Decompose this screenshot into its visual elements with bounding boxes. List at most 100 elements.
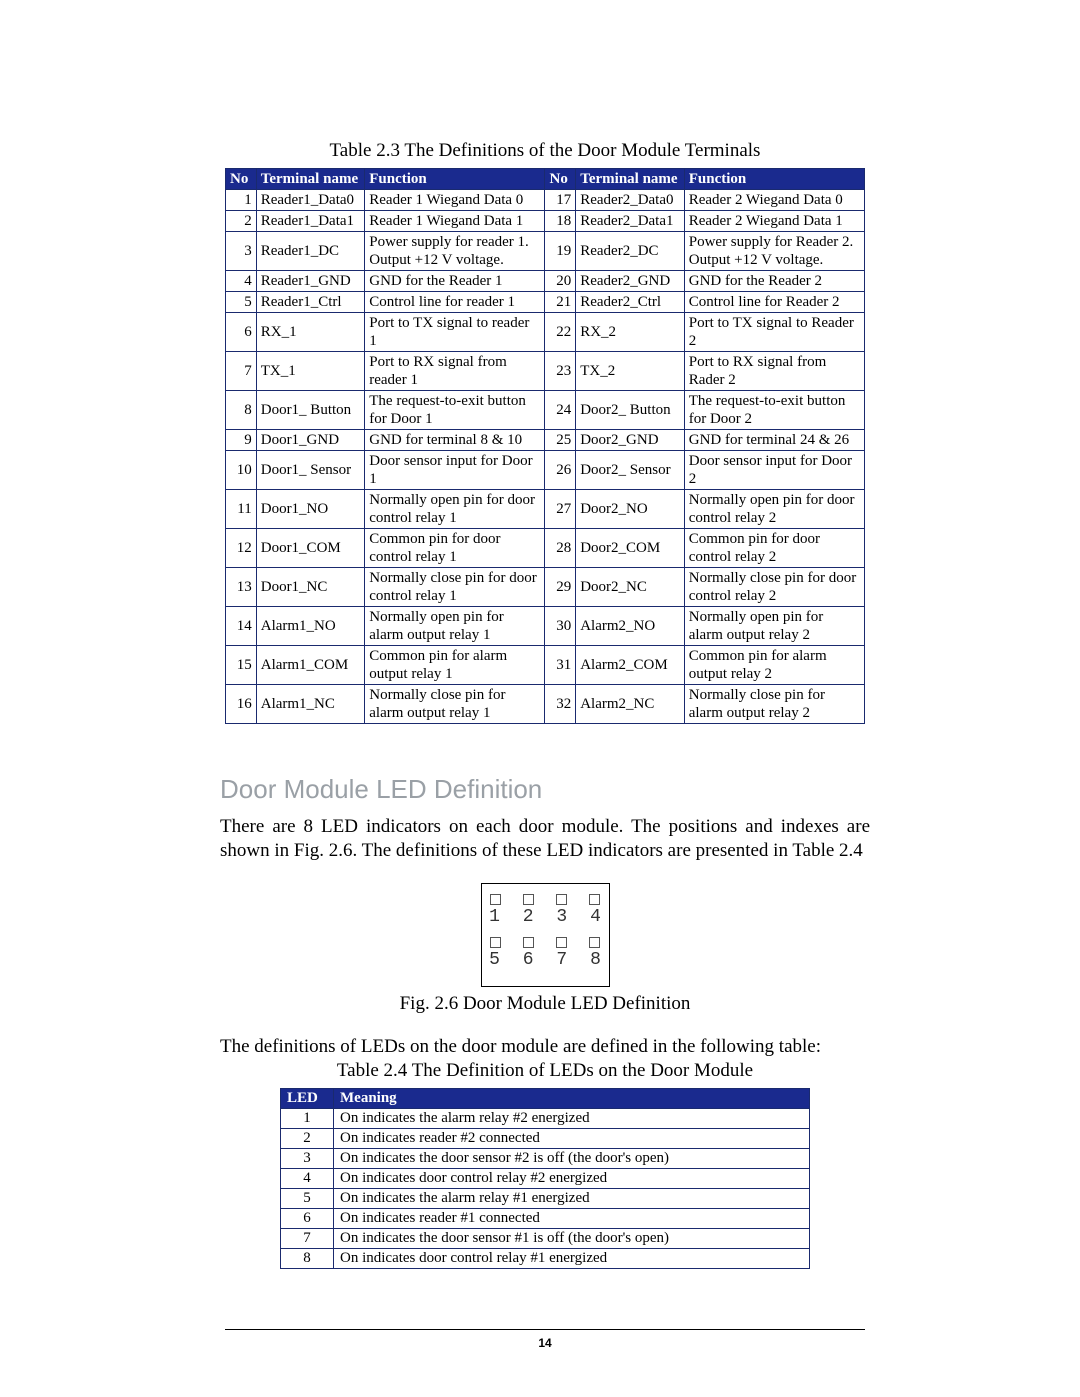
led-icon <box>523 937 534 948</box>
cell-led-no: 7 <box>281 1229 334 1249</box>
cell-function: Power supply for reader 1. Output +12 V … <box>365 232 545 271</box>
cell-led-no: 2 <box>281 1129 334 1149</box>
cell-terminal-name: Alarm2_NO <box>576 607 685 646</box>
cell-function: The request-to-exit button for Door 1 <box>365 391 545 430</box>
cell-no: 24 <box>545 391 576 430</box>
cell-function: Door sensor input for Door 2 <box>684 451 864 490</box>
cell-function: Port to TX signal to reader 1 <box>365 313 545 352</box>
table-row: 1Reader1_Data0Reader 1 Wiegand Data 017R… <box>226 190 865 211</box>
cell-no: 14 <box>226 607 257 646</box>
cell-no: 32 <box>545 685 576 724</box>
cell-function: GND for terminal 8 & 10 <box>365 430 545 451</box>
cell-function: Normally open pin for alarm output relay… <box>684 607 864 646</box>
cell-no: 3 <box>226 232 257 271</box>
cell-no: 23 <box>545 352 576 391</box>
cell-terminal-name: Door2_ Sensor <box>576 451 685 490</box>
table-row: 4Reader1_GNDGND for the Reader 120Reader… <box>226 271 865 292</box>
cell-terminal-name: Reader2_DC <box>576 232 685 271</box>
page-number: 14 <box>220 1336 870 1350</box>
table-row: 7TX_1Port to RX signal from reader 123TX… <box>226 352 865 391</box>
cell-function: GND for terminal 24 & 26 <box>684 430 864 451</box>
cell-terminal-name: Alarm1_NC <box>256 685 365 724</box>
cell-no: 4 <box>226 271 257 292</box>
cell-no: 12 <box>226 529 257 568</box>
cell-no: 11 <box>226 490 257 529</box>
cell-no: 7 <box>226 352 257 391</box>
cell-function: Door sensor input for Door 1 <box>365 451 545 490</box>
cell-meaning: On indicates reader #2 connected <box>334 1129 810 1149</box>
col-no-left: No <box>226 169 257 190</box>
cell-terminal-name: Door2_ Button <box>576 391 685 430</box>
cell-meaning: On indicates the alarm relay #1 energize… <box>334 1189 810 1209</box>
cell-function: Reader 2 Wiegand Data 1 <box>684 211 864 232</box>
cell-function: Port to TX signal to Reader 2 <box>684 313 864 352</box>
cell-function: The request-to-exit button for Door 2 <box>684 391 864 430</box>
cell-function: Control line for reader 1 <box>365 292 545 313</box>
led-num: 1 <box>488 907 502 927</box>
cell-meaning: On indicates door control relay #1 energ… <box>334 1249 810 1269</box>
cell-no: 16 <box>226 685 257 724</box>
led-num: 3 <box>555 907 569 927</box>
cell-function: Normally close pin for alarm output rela… <box>684 685 864 724</box>
cell-led-no: 5 <box>281 1189 334 1209</box>
cell-no: 10 <box>226 451 257 490</box>
cell-no: 17 <box>545 190 576 211</box>
col-no-right: No <box>545 169 576 190</box>
paragraph-1: There are 8 LED indicators on each door … <box>220 815 870 863</box>
led-diagram: 1 2 3 4 5 6 7 8 <box>481 883 610 987</box>
cell-terminal-name: Door1_ Sensor <box>256 451 365 490</box>
cell-function: Reader 1 Wiegand Data 1 <box>365 211 545 232</box>
led-num: 4 <box>588 907 602 927</box>
cell-terminal-name: Reader2_Data0 <box>576 190 685 211</box>
cell-terminal-name: Door2_NO <box>576 490 685 529</box>
led-icon <box>523 894 534 905</box>
table-row: 14Alarm1_NONormally open pin for alarm o… <box>226 607 865 646</box>
cell-function: Common pin for alarm output relay 1 <box>365 646 545 685</box>
cell-no: 26 <box>545 451 576 490</box>
led-row-top-icons <box>488 894 603 905</box>
cell-function: Common pin for door control relay 2 <box>684 529 864 568</box>
table-row: 2Reader1_Data1Reader 1 Wiegand Data 118R… <box>226 211 865 232</box>
cell-no: 9 <box>226 430 257 451</box>
col-name-left: Terminal name <box>256 169 365 190</box>
cell-no: 28 <box>545 529 576 568</box>
cell-function: Common pin for door control relay 1 <box>365 529 545 568</box>
cell-terminal-name: RX_1 <box>256 313 365 352</box>
table-row: 9Door1_GNDGND for terminal 8 & 1025Door2… <box>226 430 865 451</box>
cell-terminal-name: Reader1_Ctrl <box>256 292 365 313</box>
cell-terminal-name: Door1_NO <box>256 490 365 529</box>
table-header-row: LED Meaning <box>281 1089 810 1109</box>
cell-terminal-name: Alarm2_NC <box>576 685 685 724</box>
table-row: 1On indicates the alarm relay #2 energiz… <box>281 1109 810 1129</box>
cell-no: 18 <box>545 211 576 232</box>
cell-function: GND for the Reader 2 <box>684 271 864 292</box>
cell-terminal-name: Alarm2_COM <box>576 646 685 685</box>
footer-rule <box>225 1329 865 1330</box>
cell-terminal-name: Reader1_DC <box>256 232 365 271</box>
cell-function: Common pin for alarm output relay 2 <box>684 646 864 685</box>
led-num: 6 <box>521 950 535 970</box>
cell-terminal-name: Reader2_Ctrl <box>576 292 685 313</box>
led-row-top-nums: 1 2 3 4 <box>488 907 603 927</box>
cell-no: 27 <box>545 490 576 529</box>
table-row: 6RX_1Port to TX signal to reader 122RX_2… <box>226 313 865 352</box>
table-terminals: No Terminal name Function No Terminal na… <box>225 168 865 724</box>
cell-no: 25 <box>545 430 576 451</box>
table-row: 12Door1_COMCommon pin for door control r… <box>226 529 865 568</box>
cell-function: Reader 1 Wiegand Data 0 <box>365 190 545 211</box>
cell-terminal-name: Reader1_Data0 <box>256 190 365 211</box>
cell-terminal-name: Door2_COM <box>576 529 685 568</box>
cell-terminal-name: Door2_NC <box>576 568 685 607</box>
led-icon <box>589 937 600 948</box>
led-num: 7 <box>555 950 569 970</box>
cell-no: 19 <box>545 232 576 271</box>
led-row-bottom-nums: 5 6 7 8 <box>488 950 603 970</box>
cell-meaning: On indicates door control relay #2 energ… <box>334 1169 810 1189</box>
cell-no: 5 <box>226 292 257 313</box>
cell-terminal-name: Door1_GND <box>256 430 365 451</box>
table-row: 8Door1_ ButtonThe request-to-exit button… <box>226 391 865 430</box>
cell-terminal-name: TX_1 <box>256 352 365 391</box>
led-icon <box>490 937 501 948</box>
cell-no: 8 <box>226 391 257 430</box>
cell-no: 22 <box>545 313 576 352</box>
